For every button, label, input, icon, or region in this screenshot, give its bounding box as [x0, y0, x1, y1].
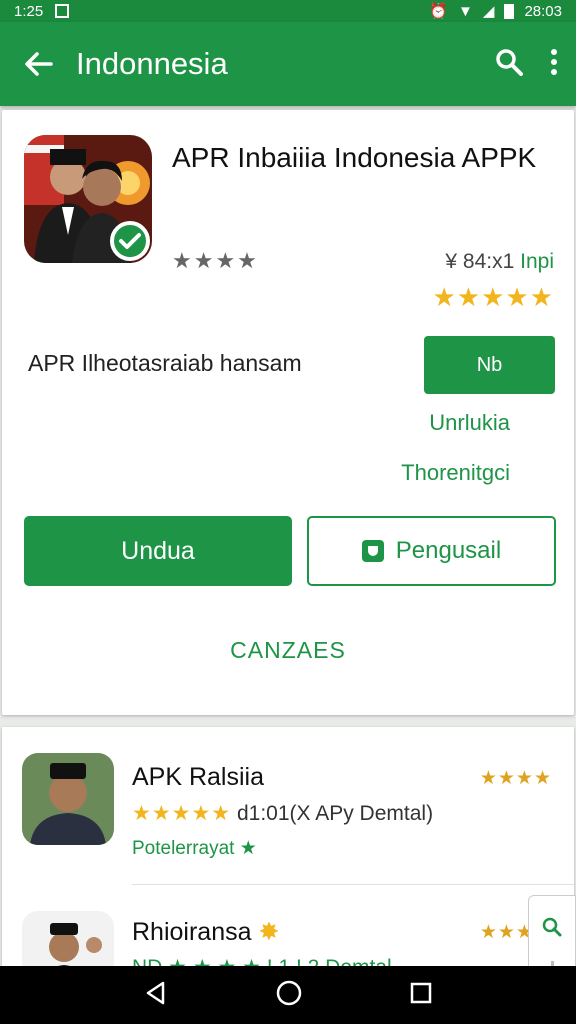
nav-home-icon[interactable]: [275, 979, 303, 1012]
magnify-icon[interactable]: [541, 916, 563, 943]
page-title: Indonnesia: [76, 46, 228, 81]
gray-rating-stars: ★★★★: [172, 248, 259, 273]
list-item-rating: ★★★★: [479, 768, 552, 789]
app-detail-card: APR Inbaiiia Indonesia APPK ★★★★ ¥ 84:x1…: [2, 110, 574, 715]
app-bar: Indonnesia: [0, 22, 576, 106]
install-button[interactable]: Undua: [24, 516, 292, 586]
list-item-subtitle: ★★★★★ d1:01(X APy Demtal): [132, 801, 433, 826]
battery-icon: [504, 3, 515, 19]
nav-recents-icon[interactable]: [409, 981, 433, 1010]
app-meta-suffix: Inpi: [520, 250, 554, 273]
signal-icon: ◢: [482, 3, 495, 20]
status-time-left: 1:25: [14, 2, 44, 20]
small-action-button[interactable]: Nb: [424, 336, 555, 394]
nav-back-icon[interactable]: [143, 980, 169, 1011]
notification-icon: [55, 4, 70, 18]
app-icon: [24, 135, 152, 263]
alarm-icon: ⏰: [429, 3, 449, 20]
cancel-button[interactable]: CANZAES: [2, 637, 574, 664]
system-nav-bar: [0, 966, 576, 1024]
list-item-title[interactable]: APK Ralsiia: [132, 763, 264, 792]
list-item-title-text: Rhioiransa: [132, 918, 252, 946]
link-one[interactable]: Unrlukia: [429, 410, 510, 436]
divider: [132, 884, 574, 885]
app-meta-prefix: ¥ 84:x1: [445, 250, 515, 273]
list-item-avatar[interactable]: [22, 753, 114, 845]
search-icon[interactable]: [494, 47, 524, 82]
wifi-icon: ▼: [458, 2, 473, 20]
shield-icon: [361, 540, 384, 562]
link-two[interactable]: Thorenitgci: [401, 460, 510, 486]
gold-rating-stars: ★★★★★: [432, 282, 554, 312]
more-vert-icon[interactable]: [550, 48, 558, 81]
app-description: APR Ilheotasraiab hansam: [28, 350, 302, 376]
status-bar: 1:25 ⏰ ▼ ◢ 28:03: [0, 0, 576, 22]
status-time-right: 28:03: [524, 2, 562, 20]
app-list-card: APK Ralsiia ★★★★ ★★★★★ d1:01(X APy Demta…: [2, 727, 574, 967]
list-item-avatar[interactable]: [22, 911, 114, 967]
list-item-title[interactable]: Rhioiransa ✸: [132, 917, 279, 947]
back-arrow-icon[interactable]: [0, 50, 76, 78]
app-meta: ¥ 84:x1 Inpi: [445, 250, 554, 274]
app-title: APR Inbaiiia Indonesia APPK: [172, 142, 537, 173]
badge-icon: ✸: [258, 918, 280, 946]
outline-button[interactable]: Pengusail: [307, 516, 556, 586]
list-item-subtext: d1:01(X APy Demtal): [236, 802, 434, 825]
list-item-tag: Potelerrayat ★: [132, 838, 257, 859]
list-item-stars: ★★★★★: [132, 802, 232, 825]
outline-button-label: Pengusail: [395, 537, 502, 564]
